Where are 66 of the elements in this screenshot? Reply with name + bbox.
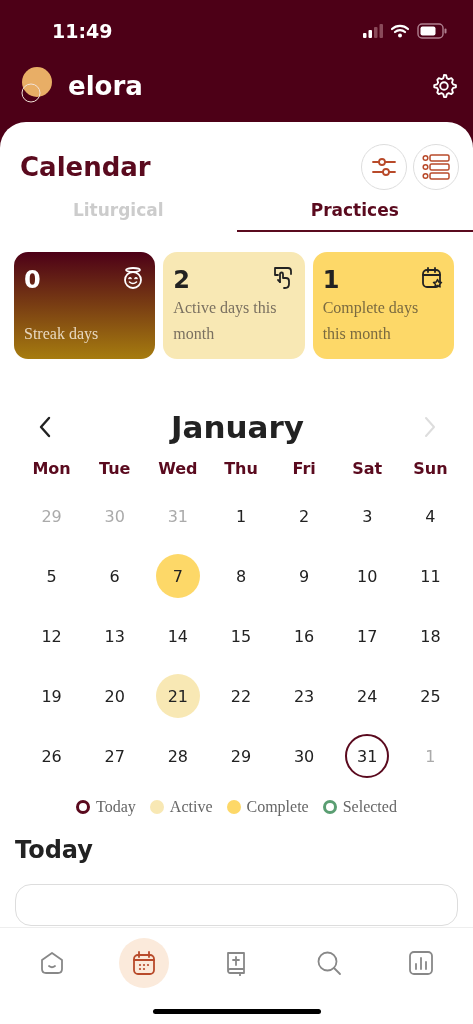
legend-label: Active [169,798,213,816]
day-cell[interactable]: 6 [92,554,137,598]
day-cell[interactable]: 22 [219,674,263,718]
day-cell[interactable]: 8 [219,554,263,598]
day-cell[interactable]: 24 [345,674,390,718]
legend-label: Complete [246,798,309,816]
stat-label: Complete days this month [322,298,420,344]
day-cell[interactable]: 14 [155,614,200,658]
day-cell[interactable]: 31 [345,734,390,778]
weekday-label: Sun [412,459,449,478]
chevron-left-icon[interactable] [38,416,52,438]
status-time: 11:49 [52,20,113,42]
day-cell[interactable]: 17 [345,614,390,658]
day-cell[interactable]: 15 [219,614,263,658]
month-title: January [171,409,304,445]
day-cell[interactable]: 30 [282,734,327,778]
legend-label: Selected [342,798,397,816]
day-cell[interactable]: 13 [92,614,137,658]
day-cell[interactable]: 10 [345,554,390,598]
day-cell[interactable]: 5 [29,554,74,598]
list-button[interactable] [413,144,459,190]
weekday-label: Sat [351,459,384,478]
day-cell[interactable]: 9 [282,554,327,598]
stat-value: 1 [322,266,340,294]
settings-icon[interactable] [431,73,457,99]
weekday-label: Wed [157,459,199,478]
legend-label: Today [96,798,136,816]
sliders-icon [371,155,397,179]
day-cell[interactable]: 7 [155,554,200,598]
day-cell[interactable]: 1 [219,494,263,538]
signal-icon [363,24,383,38]
weekday-label: Thu [223,459,259,478]
day-cell[interactable]: 11 [408,554,453,598]
day-cell[interactable]: 19 [29,674,74,718]
weekday-label: Tue [98,459,132,478]
stat-label: Streak days [24,324,100,345]
day-cell[interactable]: 28 [155,734,200,778]
day-cell[interactable]: 23 [282,674,327,718]
day-cell[interactable]: 29 [219,734,263,778]
wifi-icon [391,24,409,38]
logo-icon [20,67,54,105]
day-cell[interactable]: 2 [282,494,327,538]
list-icon [422,154,450,180]
day-cell[interactable]: 20 [92,674,137,718]
day-cell[interactable]: 16 [282,614,327,658]
chart-icon [406,949,435,977]
day-cell[interactable]: 21 [155,674,200,718]
page-title: Calendar [20,152,151,182]
day-cell[interactable]: 4 [408,494,453,538]
tab[interactable]: Practices [236,192,473,232]
day-cell[interactable]: 26 [29,734,74,778]
battery-icon [417,23,447,39]
stat-value: 2 [173,266,191,294]
stat-label: Active days this month [173,298,278,344]
day-cell[interactable]: 12 [29,614,74,658]
day-cell[interactable]: 27 [92,734,137,778]
nav-button[interactable] [119,938,170,988]
weekday-label: Fri [291,459,317,478]
username: elora [68,71,143,101]
stat-value: 0 [24,266,41,294]
weekday-label: Mon [31,459,72,478]
day-cell[interactable]: 18 [408,614,453,658]
day-cell[interactable]: 3 [345,494,390,538]
day-cell[interactable]: 25 [408,674,453,718]
section-title: Today [15,836,94,864]
filter-button[interactable] [361,144,407,190]
